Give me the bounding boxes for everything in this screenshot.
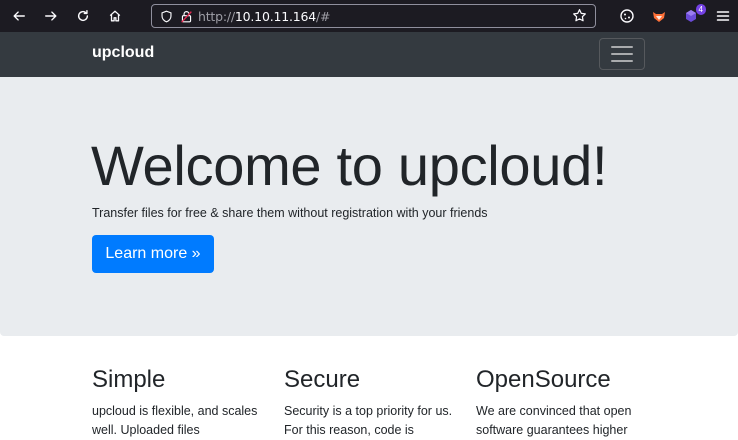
- navbar-brand[interactable]: upcloud: [92, 44, 154, 62]
- url-hash: /#: [316, 8, 331, 24]
- cookie-icon[interactable]: [618, 7, 636, 25]
- hero-subtitle: Transfer files for free & share them wit…: [92, 206, 488, 220]
- feature-column-secure: Secure Security is a top priority for us…: [284, 366, 454, 440]
- toolbar-right: 4: [618, 0, 732, 32]
- extension-icon[interactable]: 4: [682, 4, 706, 25]
- feature-text: upcloud is flexible, and scales well. Up…: [92, 404, 258, 437]
- feature-text: We are convinced that open software guar…: [476, 404, 632, 437]
- feature-column-simple: Simple upcloud is flexible, and scales w…: [92, 366, 262, 440]
- feature-title: OpenSource: [476, 366, 611, 393]
- feature-column-opensource: OpenSource We are convinced that open so…: [476, 366, 646, 440]
- hero-jumbotron: Welcome to upcloud! Transfer files for f…: [0, 77, 738, 336]
- shield-icon[interactable]: [158, 8, 174, 24]
- url-host: 10.10.11.164: [234, 8, 317, 24]
- url-text: http://10.10.11.164/#: [198, 8, 331, 24]
- reload-icon[interactable]: [70, 3, 96, 29]
- browser-toolbar: http://10.10.11.164/# 4: [0, 0, 738, 32]
- extension-badge: 4: [695, 4, 706, 15]
- hero-title: Welcome to upcloud!: [91, 134, 608, 197]
- hamburger-icon-bar: [611, 53, 633, 55]
- navbar-toggler-button[interactable]: [599, 38, 645, 70]
- site-navbar: upcloud: [0, 32, 738, 77]
- star-icon[interactable]: [572, 8, 587, 28]
- home-icon[interactable]: [102, 3, 128, 29]
- url-scheme: http://: [198, 8, 235, 24]
- feature-text: Security is a top priority for us. For t…: [284, 404, 453, 437]
- lock-insecure-icon[interactable]: [178, 8, 194, 24]
- hamburger-icon-bar: [611, 60, 633, 62]
- menu-icon[interactable]: [714, 7, 732, 25]
- feature-title: Secure: [284, 366, 361, 393]
- learn-more-button[interactable]: Learn more »: [92, 235, 214, 273]
- forward-icon[interactable]: [38, 3, 64, 29]
- hamburger-icon-bar: [611, 46, 633, 48]
- nav-buttons: [6, 3, 128, 29]
- fox-icon[interactable]: [650, 7, 668, 25]
- feature-title: Simple: [92, 366, 166, 393]
- back-icon[interactable]: [6, 3, 32, 29]
- url-bar[interactable]: http://10.10.11.164/#: [151, 4, 596, 28]
